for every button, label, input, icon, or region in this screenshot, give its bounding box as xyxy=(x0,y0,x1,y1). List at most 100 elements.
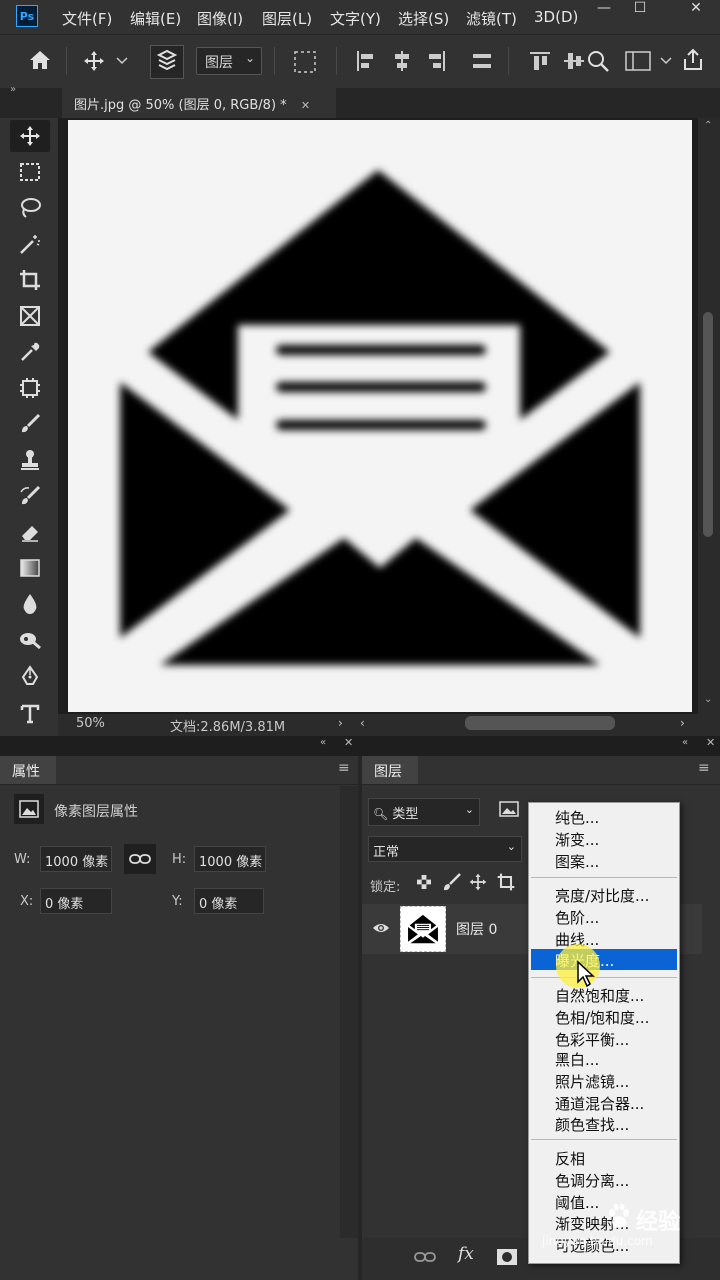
document-tab[interactable]: 图片.jpg @ 50% (图层 0, RGB/8) * ✕ xyxy=(62,88,336,118)
layer-thumbnail[interactable] xyxy=(400,906,446,952)
photoshop-logo-icon[interactable]: Ps xyxy=(16,5,38,27)
menu-edit[interactable]: 编辑(E) xyxy=(130,8,181,29)
close-panel-icon[interactable]: ✕ xyxy=(344,736,353,749)
collapse-toolbar-icon[interactable]: » xyxy=(10,84,16,95)
eyedropper-tool[interactable] xyxy=(10,336,50,368)
menu-select[interactable]: 选择(S) xyxy=(398,8,449,29)
panel-menu-icon[interactable]: ≡ xyxy=(338,760,350,776)
dodge-tool[interactable] xyxy=(10,624,50,656)
eye-visibility-icon[interactable] xyxy=(372,921,390,935)
height-field[interactable]: 1000 像素 xyxy=(194,846,266,872)
share-icon[interactable] xyxy=(680,47,706,73)
menu-item-vibrance[interactable]: 自然饱和度... xyxy=(555,985,644,1006)
chevron-down-icon[interactable] xyxy=(660,57,672,65)
align-top-icon[interactable] xyxy=(528,49,552,73)
menu-layer[interactable]: 图层(L) xyxy=(262,8,312,29)
status-menu-arrow-icon[interactable]: › xyxy=(338,716,343,730)
blur-tool[interactable] xyxy=(10,588,50,620)
menu-item-brightness-contrast[interactable]: 亮度/对比度... xyxy=(555,885,649,906)
panel-menu-icon[interactable]: ≡ xyxy=(698,760,710,776)
frame-tool[interactable] xyxy=(10,300,50,332)
menu-item-solid-color[interactable]: 纯色... xyxy=(555,807,599,828)
menu-filter[interactable]: 滤镜(T) xyxy=(466,8,517,29)
history-brush-tool[interactable] xyxy=(10,480,50,512)
scroll-right-icon[interactable]: › xyxy=(680,716,685,730)
y-field[interactable]: 0 像素 xyxy=(194,888,264,914)
search-icon[interactable] xyxy=(586,49,610,73)
brush-tool[interactable] xyxy=(10,408,50,440)
pen-tool[interactable] xyxy=(10,660,50,692)
move-tool[interactable] xyxy=(10,120,50,152)
menu-item-posterize[interactable]: 色调分离... xyxy=(555,1170,629,1191)
close-panel-icon[interactable]: ✕ xyxy=(706,736,715,749)
marquee-tool[interactable] xyxy=(10,156,50,188)
horizontal-scroll-thumb[interactable] xyxy=(465,716,615,730)
scroll-up-icon[interactable]: ⌃ xyxy=(704,120,712,131)
scroll-down-icon[interactable]: ⌄ xyxy=(704,694,712,705)
zoom-level[interactable]: 50% xyxy=(76,716,105,731)
close-tab-icon[interactable]: ✕ xyxy=(301,99,310,112)
menu-item-channel-mixer[interactable]: 通道混合器... xyxy=(555,1093,644,1114)
properties-scrollbar[interactable] xyxy=(340,786,358,1238)
lock-position-icon[interactable] xyxy=(468,872,488,892)
menu-item-invert[interactable]: 反相 xyxy=(555,1148,585,1169)
magic-wand-tool[interactable] xyxy=(10,228,50,260)
width-field[interactable]: 1000 像素 xyxy=(40,846,112,872)
gradient-tool[interactable] xyxy=(10,552,50,584)
menu-item-color-lookup[interactable]: 颜色查找... xyxy=(555,1114,629,1135)
align-right-icon[interactable] xyxy=(424,49,448,73)
menu-3d[interactable]: 3D(D) xyxy=(534,8,578,26)
maximize-button[interactable]: ☐ xyxy=(620,0,660,18)
menu-item-black-white[interactable]: 黑白... xyxy=(555,1049,599,1070)
minimize-button[interactable]: — xyxy=(584,0,624,18)
menu-item-photo-filter[interactable]: 照片滤镜... xyxy=(555,1071,629,1092)
menu-item-color-balance[interactable]: 色彩平衡... xyxy=(555,1029,629,1050)
align-left-icon[interactable] xyxy=(354,49,378,73)
menu-item-hue-saturation[interactable]: 色相/饱和度... xyxy=(555,1007,649,1028)
link-layers-icon[interactable] xyxy=(414,1250,436,1264)
lock-artboard-icon[interactable] xyxy=(496,872,516,892)
add-mask-icon[interactable] xyxy=(496,1248,518,1266)
document-canvas[interactable] xyxy=(68,120,692,712)
x-field[interactable]: 0 像素 xyxy=(40,888,112,914)
type-tool[interactable] xyxy=(10,698,50,730)
chevron-down-icon[interactable] xyxy=(116,57,128,65)
healing-brush-tool[interactable] xyxy=(10,372,50,404)
collapse-panel-icon[interactable]: « xyxy=(682,737,688,748)
menu-item-threshold[interactable]: 阈值... xyxy=(555,1192,599,1213)
clone-stamp-tool[interactable] xyxy=(10,444,50,476)
collapse-panel-icon[interactable]: « xyxy=(320,737,326,748)
blend-mode-dropdown[interactable]: 正常 ⌄ xyxy=(368,836,522,862)
link-dimensions-button[interactable] xyxy=(124,844,156,874)
layer-name[interactable]: 图层 0 xyxy=(456,919,497,939)
auto-select-target-dropdown[interactable]: 图层 ⌄ xyxy=(196,47,262,75)
scroll-left-icon[interactable]: ‹ xyxy=(360,716,365,730)
menu-file[interactable]: 文件(F) xyxy=(62,8,112,29)
menu-type[interactable]: 文字(Y) xyxy=(330,8,381,29)
lasso-tool[interactable] xyxy=(10,192,50,224)
properties-tab[interactable]: 属性 xyxy=(0,756,56,784)
menu-item-levels[interactable]: 色阶... xyxy=(555,907,599,928)
vertical-scroll-thumb[interactable] xyxy=(703,312,713,537)
transform-controls-icon[interactable] xyxy=(292,49,318,75)
home-icon[interactable] xyxy=(28,49,52,71)
align-middle-icon[interactable] xyxy=(562,49,586,73)
filter-image-icon[interactable] xyxy=(498,800,520,820)
menu-image[interactable]: 图像(I) xyxy=(197,8,243,29)
lock-pixels-icon[interactable] xyxy=(442,872,462,892)
lock-transparency-icon[interactable] xyxy=(416,874,432,890)
menu-item-pattern[interactable]: 图案... xyxy=(555,851,599,872)
move-tool-icon[interactable] xyxy=(82,49,106,73)
fx-icon[interactable]: fx xyxy=(458,1244,474,1264)
auto-select-toggle[interactable] xyxy=(150,45,184,79)
eraser-tool[interactable] xyxy=(10,516,50,548)
close-window-button[interactable]: ✕ xyxy=(676,0,716,18)
crop-tool[interactable] xyxy=(10,264,50,296)
workspace-icon[interactable] xyxy=(624,49,652,73)
layers-tab[interactable]: 图层 xyxy=(362,756,418,784)
layer-filter-dropdown[interactable]: 🔍︎ 类型 ⌄ xyxy=(368,798,480,826)
align-center-icon[interactable] xyxy=(390,49,414,73)
chevron-down-icon: ⌄ xyxy=(506,840,516,853)
menu-item-gradient[interactable]: 渐变... xyxy=(555,829,599,850)
distribute-icon[interactable] xyxy=(470,49,494,73)
